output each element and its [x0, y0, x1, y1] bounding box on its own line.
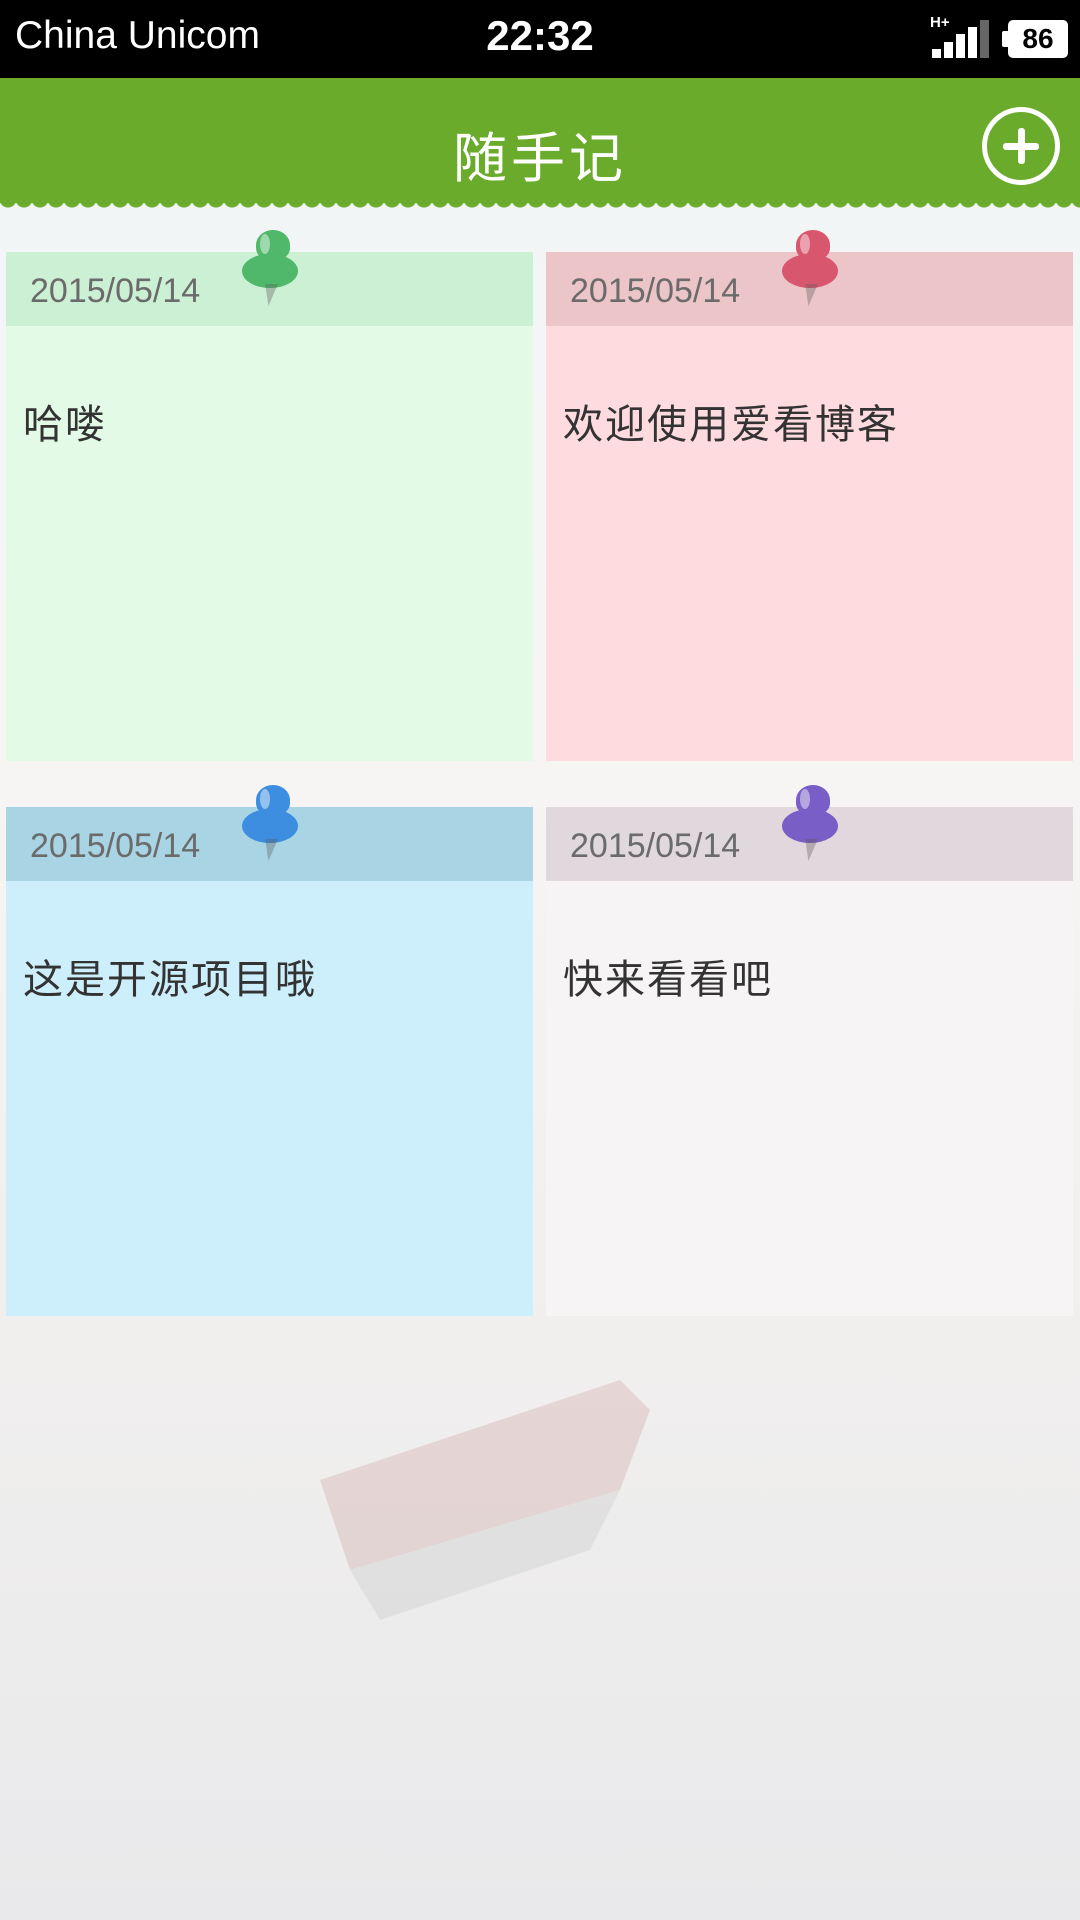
signal-icon	[930, 20, 990, 58]
battery-icon: 86	[1008, 20, 1068, 58]
note-date: 2015/05/14	[570, 272, 741, 310]
note-body	[546, 807, 1073, 1316]
note-text: 欢迎使用爱看博客	[563, 402, 899, 448]
note-body	[546, 252, 1073, 761]
screen: China Unicom 22:32 H+ 86 随手记 2015/05/14 …	[0, 0, 1080, 1920]
note-card[interactable]: 2015/05/14 这是开源项目哦	[6, 785, 533, 1316]
plus-circle-icon[interactable]	[982, 107, 1060, 185]
pushpin-icon	[782, 785, 846, 871]
note-text: 这是开源项目哦	[23, 957, 317, 1003]
note-card[interactable]: 2015/05/14 哈喽	[6, 230, 533, 761]
pushpin-icon	[242, 785, 306, 871]
note-date: 2015/05/14	[570, 827, 741, 865]
pushpin-icon	[782, 230, 846, 316]
status-bar: China Unicom 22:32 H+ 86	[0, 0, 1080, 78]
note-text: 快来看看吧	[563, 957, 773, 1003]
note-body	[6, 252, 533, 761]
status-time: 22:32	[486, 12, 594, 59]
page-title: 随手记	[453, 127, 627, 190]
note-card[interactable]: 2015/05/14 欢迎使用爱看博客	[546, 230, 1073, 761]
title-bar: 随手记	[0, 78, 1080, 213]
pushpin-icon	[242, 230, 306, 316]
note-date: 2015/05/14	[30, 272, 201, 310]
note-text: 哈喽	[23, 402, 107, 448]
note-card[interactable]: 2015/05/14 快来看看吧	[546, 785, 1073, 1316]
boat-background-image	[320, 1380, 650, 1620]
note-date: 2015/05/14	[30, 827, 201, 865]
note-body	[6, 807, 533, 1316]
